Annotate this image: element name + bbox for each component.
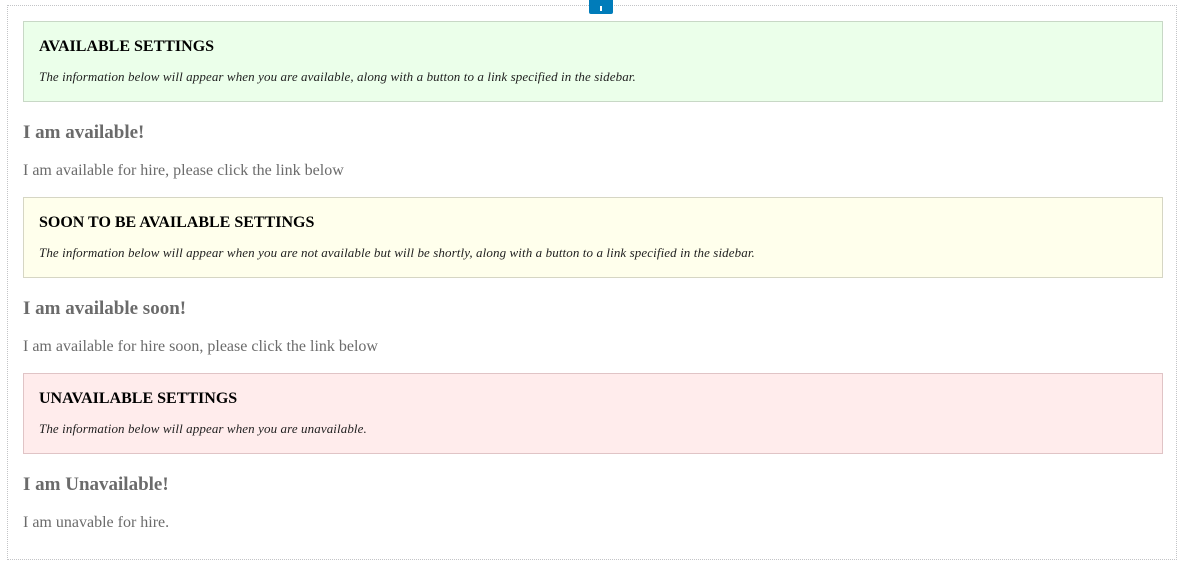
available-heading[interactable]: I am available! — [23, 102, 1163, 144]
unavailable-settings-panel: UNAVAILABLE SETTINGS The information bel… — [23, 373, 1163, 454]
soon-text[interactable]: I am available for hire soon, please cli… — [23, 320, 1163, 373]
soon-heading[interactable]: I am available soon! — [23, 278, 1163, 320]
unavailable-settings-description: The information below will appear when y… — [39, 421, 367, 436]
plus-icon — [600, 6, 602, 11]
unavailable-settings-title: UNAVAILABLE SETTINGS — [39, 390, 238, 407]
block-content: AVAILABLE SETTINGS The information below… — [23, 21, 1163, 549]
available-settings-panel: AVAILABLE SETTINGS The information below… — [23, 21, 1163, 102]
available-settings-description: The information below will appear when y… — [39, 69, 636, 84]
unavailable-text[interactable]: I am unavable for hire. — [23, 496, 1163, 549]
soon-settings-title: SOON TO BE AVAILABLE SETTINGS — [39, 214, 315, 231]
available-text[interactable]: I am available for hire, please click th… — [23, 144, 1163, 197]
soon-settings-description: The information below will appear when y… — [39, 245, 755, 260]
available-settings-title: AVAILABLE SETTINGS — [39, 38, 215, 55]
soon-settings-panel: SOON TO BE AVAILABLE SETTINGS The inform… — [23, 197, 1163, 278]
unavailable-heading[interactable]: I am Unavailable! — [23, 454, 1163, 496]
add-block-button[interactable] — [589, 0, 613, 14]
